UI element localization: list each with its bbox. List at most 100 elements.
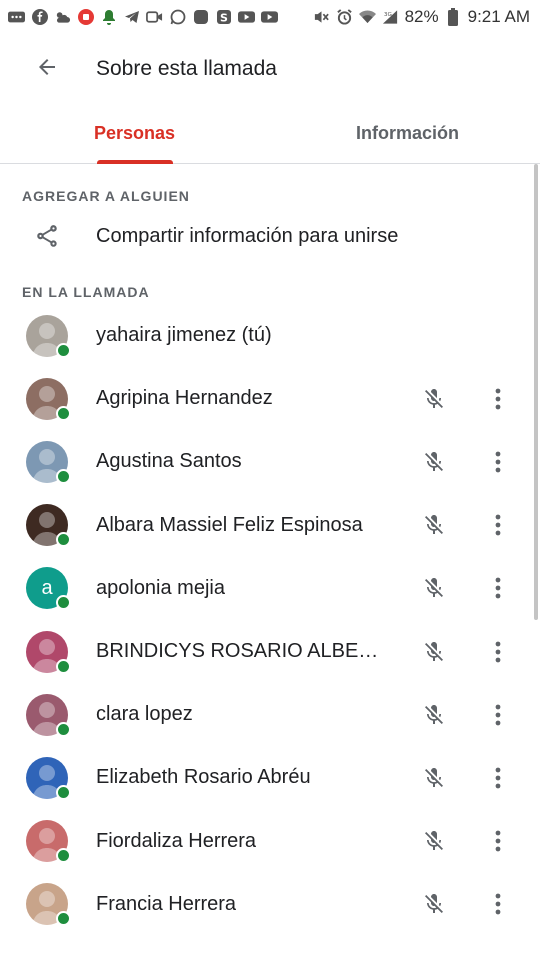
- tab-informacion[interactable]: Información: [277, 104, 540, 163]
- arrow-back-icon: [35, 55, 59, 84]
- record-icon: [77, 9, 94, 26]
- more-options-icon[interactable]: [483, 695, 513, 735]
- back-button[interactable]: [0, 34, 96, 104]
- participant-name: yahaira jimenez (tú): [96, 324, 272, 347]
- mic-off-icon[interactable]: [414, 568, 454, 608]
- participant-name: apolonia mejia: [96, 576, 225, 599]
- telegram-icon: [123, 9, 140, 26]
- status-bar: S 3G 82% 9:21 AM: [0, 0, 540, 34]
- mic-off-icon[interactable]: [414, 884, 454, 924]
- mic-off-icon[interactable]: [414, 821, 454, 861]
- more-options-icon[interactable]: [483, 505, 513, 545]
- participant-row[interactable]: Fiordaliza Herrera: [0, 810, 540, 873]
- share-label: Compartir información para unirse: [96, 224, 399, 247]
- more-options-icon[interactable]: [483, 821, 513, 861]
- more-options-icon[interactable]: [483, 442, 513, 482]
- status-left-icons: S: [8, 9, 278, 26]
- battery-percent: 82%: [404, 7, 439, 26]
- app-icon: [192, 9, 209, 26]
- svg-text:S: S: [220, 12, 228, 25]
- more-options-icon[interactable]: [483, 632, 513, 672]
- facebook-icon: [31, 9, 48, 26]
- mic-off-icon[interactable]: [414, 758, 454, 798]
- youtube-icon: [238, 9, 255, 26]
- participant-name: Elizabeth Rosario Abréu: [96, 766, 311, 789]
- weather-icon: [54, 9, 71, 26]
- tab-bar: Personas Información: [0, 104, 540, 164]
- mic-off-icon[interactable]: [414, 505, 454, 545]
- signal-icon: 3G: [382, 9, 399, 26]
- avatar-container: a: [0, 567, 96, 611]
- mic-off-icon[interactable]: [414, 695, 454, 735]
- wifi-icon: [358, 9, 376, 26]
- section-add-label: AGREGAR A ALGUIEN: [22, 188, 190, 204]
- online-status-dot: [56, 848, 71, 864]
- participant-row[interactable]: yahaira jimenez (tú): [0, 304, 540, 367]
- online-status-dot: [56, 784, 71, 800]
- avatar-container: [0, 693, 96, 737]
- alarm-icon: [336, 9, 353, 26]
- tab-personas[interactable]: Personas: [0, 104, 277, 164]
- page-title: Sobre esta llamada: [96, 57, 277, 80]
- bell-icon: [100, 9, 117, 26]
- participants-list: yahaira jimenez (tú) Agripina Hernandez Ag…: [0, 304, 540, 936]
- participant-row[interactable]: Agustina Santos: [0, 430, 540, 493]
- avatar-container: [0, 440, 96, 484]
- avatar-container: [0, 820, 96, 864]
- avatar-container: [0, 630, 96, 674]
- participant-row[interactable]: Elizabeth Rosario Abréu: [0, 746, 540, 809]
- more-options-icon[interactable]: [483, 758, 513, 798]
- avatar-container: [0, 883, 96, 927]
- participant-name: Agripina Hernandez: [96, 387, 273, 410]
- avatar-container: [0, 504, 96, 548]
- avatar-letter: a: [41, 576, 53, 599]
- share-join-info-button[interactable]: Compartir información para unirse: [0, 204, 540, 268]
- app-bar: Sobre esta llamada: [0, 34, 540, 104]
- more-options-icon[interactable]: [483, 379, 513, 419]
- status-right-icons: 3G 82% 9:21 AM: [313, 7, 530, 27]
- more-apps-icon: [8, 9, 25, 26]
- participant-row[interactable]: Albara Massiel Feliz Espinosa: [0, 494, 540, 557]
- mic-off-icon[interactable]: [414, 442, 454, 482]
- mic-off-icon[interactable]: [414, 632, 454, 672]
- whatsapp-icon: [169, 9, 186, 26]
- participant-row[interactable]: clara lopez: [0, 683, 540, 746]
- online-status-dot: [56, 468, 71, 484]
- avatar-container: [0, 314, 96, 358]
- more-options-icon[interactable]: [483, 884, 513, 924]
- participant-name: Agustina Santos: [96, 450, 242, 473]
- participant-name: Francia Herrera: [96, 892, 237, 915]
- svg-text:3G: 3G: [383, 12, 391, 18]
- section-in-call-label: EN LA LLAMADA: [22, 284, 150, 300]
- online-status-dot: [56, 911, 71, 927]
- app-s-icon: S: [215, 9, 232, 26]
- youtube-icon: [261, 9, 278, 26]
- more-options-icon[interactable]: [483, 568, 513, 608]
- scrollbar[interactable]: [534, 164, 538, 620]
- clock: 9:21 AM: [467, 7, 530, 26]
- participant-name: Albara Massiel Feliz Espinosa: [96, 513, 363, 536]
- tab-label: Personas: [94, 123, 176, 143]
- participant-row[interactable]: BRINDICYS ROSARIO ALBER...: [0, 620, 540, 683]
- share-icon: [0, 223, 96, 249]
- participant-name: clara lopez: [96, 703, 193, 726]
- mute-icon: [313, 9, 330, 26]
- online-status-dot: [56, 532, 71, 548]
- video-icon: [146, 9, 163, 26]
- online-status-dot: [56, 405, 71, 421]
- participant-name: Fiordaliza Herrera: [96, 829, 257, 852]
- online-status-dot: [56, 342, 71, 358]
- active-tab-indicator: [97, 160, 173, 164]
- online-status-dot: [56, 658, 71, 674]
- online-status-dot: [56, 595, 71, 611]
- avatar-container: [0, 756, 96, 800]
- battery-icon: [445, 8, 462, 26]
- participant-row[interactable]: a apolonia mejia: [0, 557, 540, 620]
- online-status-dot: [56, 721, 71, 737]
- participant-row[interactable]: Agripina Hernandez: [0, 367, 540, 430]
- participant-name: BRINDICYS ROSARIO ALBER...: [96, 640, 388, 663]
- mic-off-icon[interactable]: [414, 379, 454, 419]
- participant-row[interactable]: Francia Herrera: [0, 873, 540, 936]
- tab-label: Información: [355, 123, 459, 143]
- avatar-container: [0, 377, 96, 421]
